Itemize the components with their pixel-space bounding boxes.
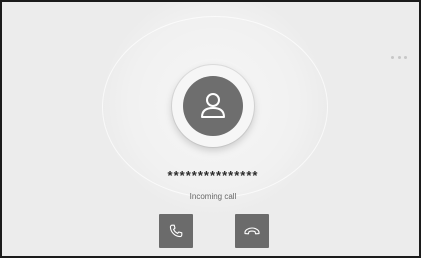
phone-icon — [169, 224, 183, 238]
incoming-call-screen: *************** Incoming call — [0, 0, 421, 258]
decline-call-button[interactable] — [235, 214, 269, 248]
more-horizontal-icon[interactable] — [391, 54, 407, 60]
accept-call-button[interactable] — [159, 214, 193, 248]
phone-hangup-icon — [244, 227, 260, 235]
avatar — [183, 76, 243, 136]
caller-number: *************** — [167, 168, 259, 183]
call-status: Incoming call — [189, 192, 237, 201]
person-icon — [201, 93, 225, 118]
